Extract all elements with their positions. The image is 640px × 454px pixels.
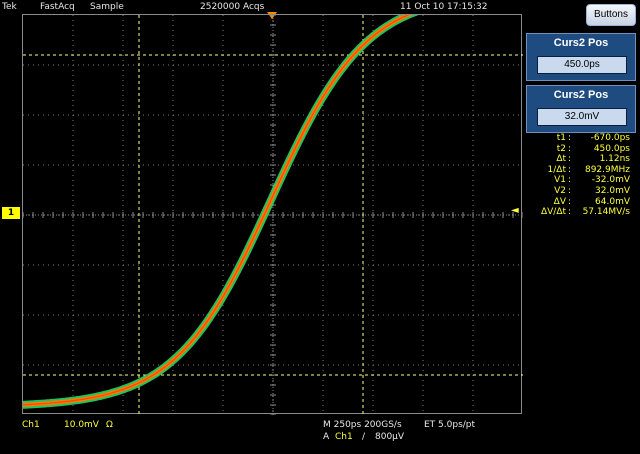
readout-row: ΔV/Δt:57.14MV/s [540,207,630,218]
readout-row: Δt:1.12ns [556,154,630,165]
bottom-status: Ch1 10.0mV Ω M 250ps 200GS/s ET 5.0ps/pt… [0,414,640,454]
readout-label: V1 [554,175,566,186]
timebase-readout[interactable]: M 250ps 200GS/s [323,420,402,430]
readout-value: 450.0ps [593,143,630,154]
datetime: 11 Oct 10 17:15:32 [400,2,488,12]
brand-label: Tek [2,2,17,12]
readout-row: 1/Δt:892.9MHz [547,164,630,175]
trigger-channel[interactable]: Ch1 [335,432,353,442]
readout-value: 57.14MV/s [582,207,630,218]
equivalent-time-readout: ET 5.0ps/pt [424,420,476,430]
buttons-button[interactable]: Buttons [586,4,636,26]
cursor2-time-panel[interactable]: Curs2 Pos 450.0ps [526,33,636,81]
readout-value: -32.0mV [591,175,630,186]
channel-label[interactable]: Ch1 [22,420,40,430]
cursor2-time-title: Curs2 Pos [553,37,609,49]
trigger-level[interactable]: 800µV [375,432,404,442]
readout-label: ΔV/Δt [540,207,566,218]
readout-label: t2 [556,143,566,154]
readout-value: -670.0ps [590,133,630,143]
acquisition-count: 2520000 Acqs [200,2,265,12]
waveform-display[interactable] [22,14,523,415]
ch1-ground-marker[interactable]: 1 [2,207,20,219]
readout-label: Δt [556,154,566,165]
readout-value: 64.0mV [595,196,630,207]
cursor2-time-value[interactable]: 450.0ps [537,56,627,74]
readout-value: 892.9MHz [584,164,630,175]
cursor2-voltage-title: Curs2 Pos [553,89,609,101]
acquisition-mode: FastAcq [40,2,75,12]
status-bar: Tek FastAcq Sample 2520000 Acqs 11 Oct 1… [0,0,640,14]
trigger-slope-icon: / [362,432,366,442]
readout-label: V2 [554,185,566,196]
readout-label: t1 [556,133,566,143]
readout-row: V1: -32.0mV [554,175,630,186]
vertical-scale[interactable]: 10.0mV [64,420,99,430]
cursor-readout: t1: -670.0ps t2:450.0ps Δt:1.12ns 1/Δt:89… [528,133,638,218]
readout-row: t2:450.0ps [556,143,630,154]
readout-value: 32.0mV [595,185,630,196]
trigger-level-marker[interactable]: ◄ [511,205,519,216]
readout-label: ΔV [553,196,566,207]
readout-row: t1: -670.0ps [556,133,630,143]
cursor2-voltage-panel[interactable]: Curs2 Pos 32.0mV [526,85,636,133]
cursor2-voltage-value[interactable]: 32.0mV [537,108,627,126]
readout-value: 1.12ns [599,154,630,165]
readout-row: V2:32.0mV [554,185,630,196]
termination-icon: Ω [106,420,113,430]
trigger-source-prefix: A [323,432,330,442]
readout-label: 1/Δt [547,164,566,175]
readout-row: ΔV:64.0mV [553,196,630,207]
graticule [23,15,523,415]
sample-mode: Sample [90,2,124,12]
